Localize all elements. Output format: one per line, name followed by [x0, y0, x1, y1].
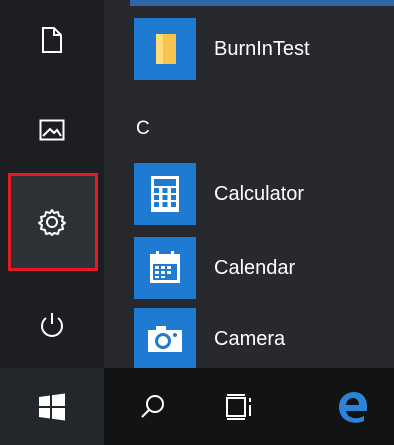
edge-browser-button[interactable] — [318, 368, 388, 445]
calculator-icon — [151, 176, 179, 212]
rail-documents-button[interactable] — [0, 0, 104, 80]
power-icon — [41, 313, 63, 337]
settings-gear-icon — [38, 209, 66, 236]
app-label: Calendar — [214, 256, 296, 279]
section-letter-c[interactable]: C — [136, 118, 150, 140]
start-menu: BurnInTest C Calculator Calendar Camera — [0, 0, 394, 370]
task-view-icon — [226, 393, 251, 420]
app-label: BurnInTest — [214, 37, 310, 60]
app-calculator[interactable]: Calculator — [134, 163, 304, 225]
document-icon — [42, 27, 62, 53]
start-rail — [0, 0, 104, 368]
app-tile — [134, 237, 196, 299]
app-calendar[interactable]: Calendar — [134, 237, 295, 299]
app-label: Calculator — [214, 182, 305, 205]
app-list: BurnInTest C Calculator Calendar Camera — [104, 0, 394, 370]
taskbar — [0, 368, 394, 445]
camera-icon — [148, 326, 182, 352]
rail-power-button[interactable] — [0, 288, 104, 360]
app-label: Camera — [214, 327, 286, 350]
app-tile — [134, 163, 196, 225]
windows-start-icon — [39, 393, 65, 420]
rail-pictures-button[interactable] — [0, 90, 104, 170]
pictures-icon — [39, 119, 65, 141]
task-view-button[interactable] — [204, 368, 274, 445]
app-tile — [134, 18, 196, 80]
edge-browser-icon — [339, 391, 367, 423]
search-button[interactable] — [118, 368, 188, 445]
app-camera[interactable]: Camera — [134, 308, 285, 370]
rail-settings-button[interactable] — [0, 176, 104, 268]
app-burnintest[interactable]: BurnInTest — [134, 18, 310, 80]
start-button[interactable] — [0, 368, 104, 445]
app-tile — [134, 308, 196, 370]
folder-icon — [156, 34, 176, 64]
calendar-icon — [150, 251, 180, 283]
search-icon — [141, 394, 164, 418]
